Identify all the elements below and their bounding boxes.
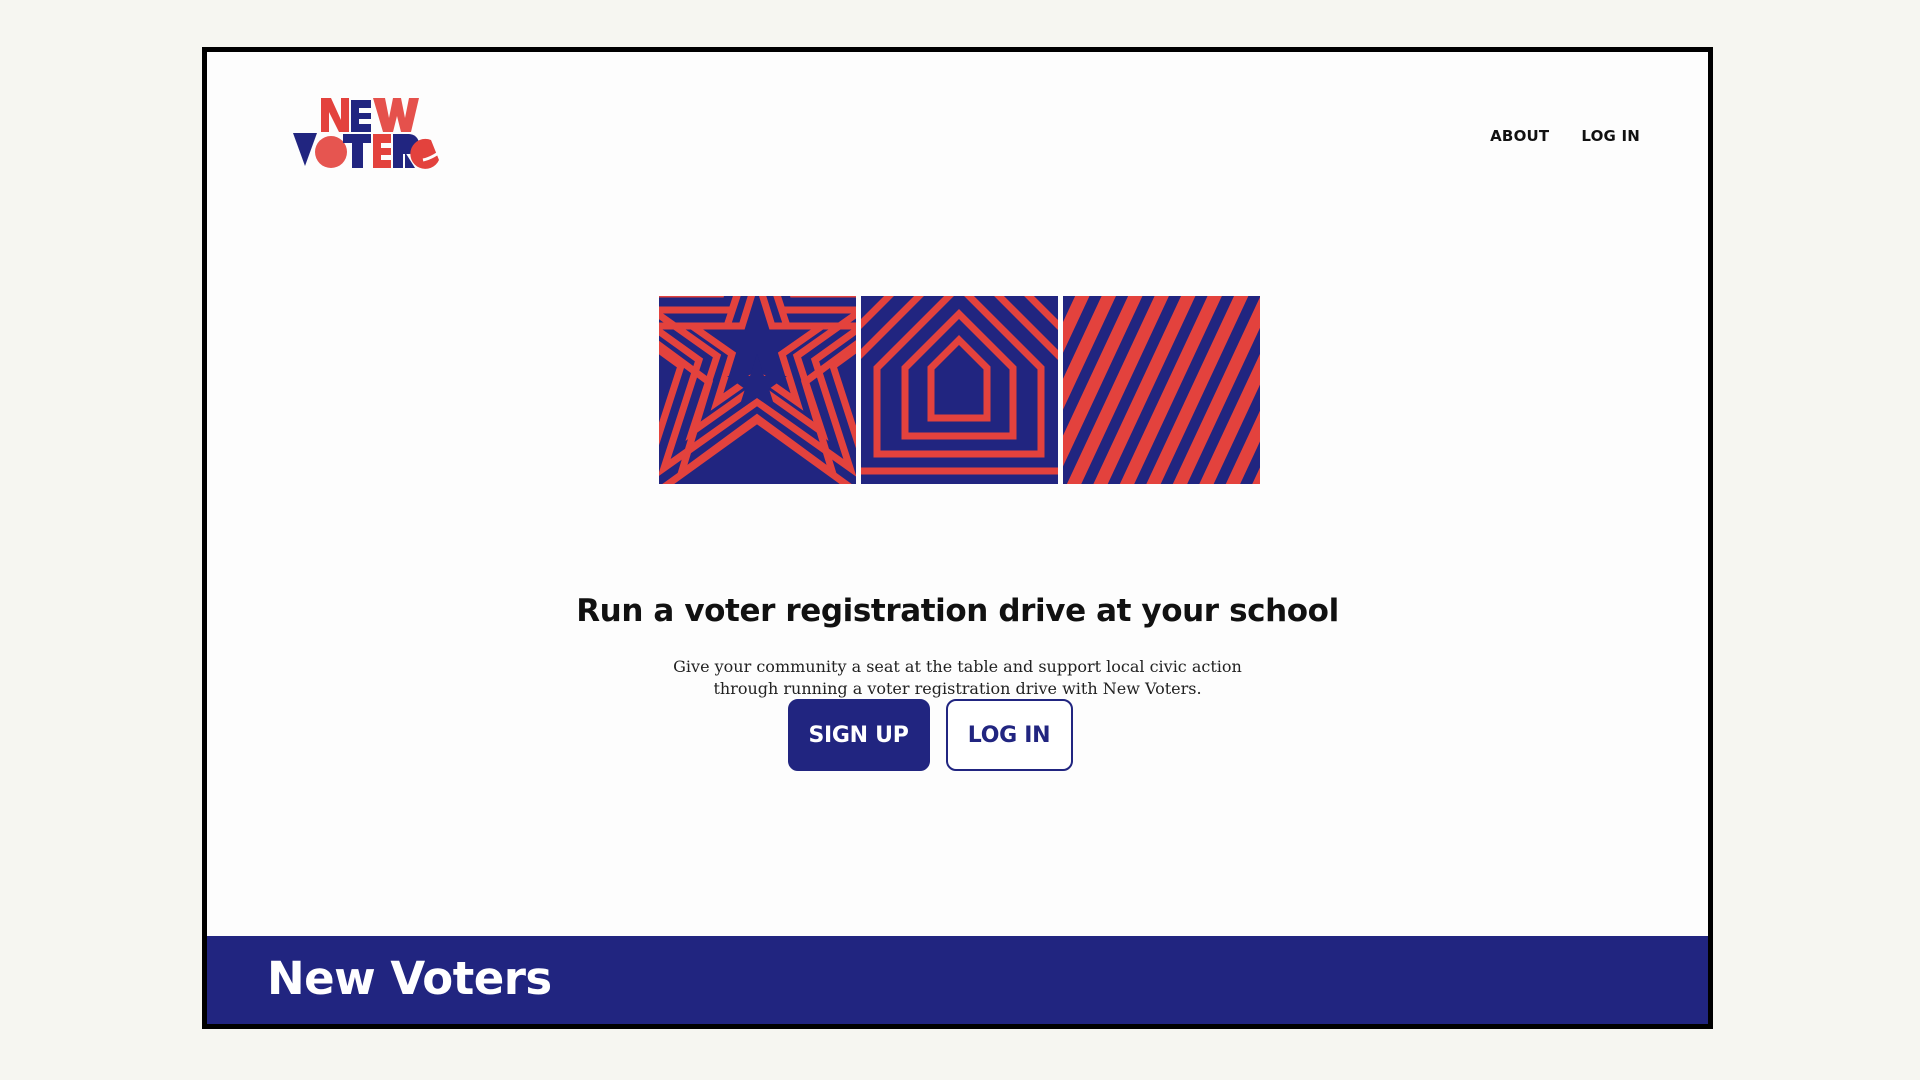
nav-login-link[interactable]: LOG IN: [1581, 127, 1640, 145]
top-nav: ABOUT LOG IN: [1490, 127, 1640, 145]
nav-about-link[interactable]: ABOUT: [1490, 127, 1549, 145]
star-pattern-icon: [659, 296, 856, 484]
signup-button[interactable]: SIGN UP: [787, 699, 930, 771]
new-voters-logo[interactable]: [293, 96, 448, 172]
hero-subtext-line2: through running a voter registration dri…: [713, 679, 1202, 698]
hero-subtext-line1: Give your community a seat at the table …: [673, 657, 1242, 676]
hero-pattern-tiles: [659, 296, 1260, 484]
page-frame: ABOUT LOG IN Run a voter registration dr…: [202, 47, 1713, 1029]
footer-banner: New Voters: [207, 936, 1708, 1024]
footer-brand-name: New Voters: [267, 952, 552, 1005]
cta-buttons: SIGN UP LOG IN: [207, 699, 1708, 771]
login-button[interactable]: LOG IN: [945, 699, 1073, 771]
arrow-pattern-icon: [861, 296, 1058, 484]
hero-subtext: Give your community a seat at the table …: [207, 606, 1708, 700]
diagonal-stripes-icon: [1063, 296, 1260, 484]
